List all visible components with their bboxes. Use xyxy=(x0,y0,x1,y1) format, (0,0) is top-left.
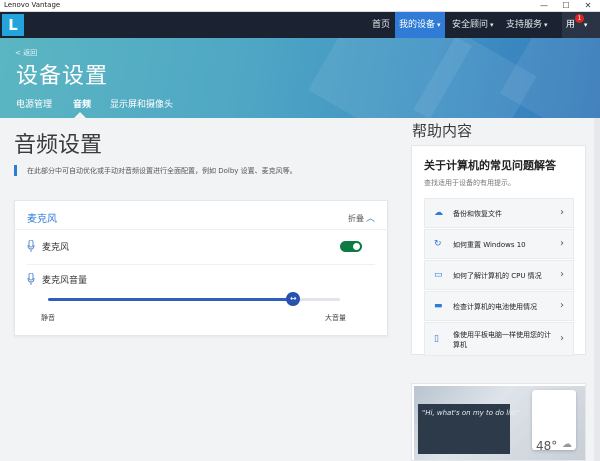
nav-home-label: 首页 xyxy=(372,20,391,30)
volume-slider-thumb[interactable]: ↔ xyxy=(286,292,301,306)
microphone-toggle[interactable] xyxy=(340,241,362,252)
description-accent-bar xyxy=(14,165,17,176)
nav-home[interactable]: 首页 xyxy=(368,12,394,38)
faq-item-label: 像使用平板电脑一样使用您的计算机 xyxy=(453,331,551,349)
faq-title: 关于计算机的常见问题解答 xyxy=(424,159,556,172)
back-link[interactable]: < 返回 xyxy=(15,48,37,58)
lenovo-logo[interactable]: L xyxy=(2,14,24,36)
chevron-down-icon: ▾ xyxy=(544,21,548,29)
help-title: 帮助内容 xyxy=(412,122,473,140)
tab-power[interactable]: 电源管理 xyxy=(16,97,52,110)
scrollbar[interactable] xyxy=(594,118,600,461)
faq-card: 关于计算机的常见问题解答 查找适用于设备的有用提示。 ☁ 备份和恢复文件 › ↻… xyxy=(411,145,586,356)
user-avatar: 用 xyxy=(566,20,576,30)
battery-icon: ▬ xyxy=(434,301,443,311)
faq-item-label: 备份和恢复文件 xyxy=(453,210,502,218)
collapse-button[interactable]: 折叠 ︿ xyxy=(348,211,375,224)
row-divider xyxy=(27,264,375,265)
close-button[interactable]: ✕ xyxy=(577,0,599,12)
section-title: 音频设置 xyxy=(14,133,103,158)
microphone-icon xyxy=(27,273,35,285)
faq-item-battery[interactable]: ▬ 检查计算机的电池使用情况 › xyxy=(424,291,574,321)
promo-temperature: 48° xyxy=(536,439,558,453)
promo-quote: "Hi, what's on my to do list" xyxy=(422,409,520,417)
chevron-down-icon: ▾ xyxy=(583,21,588,29)
top-nav: L 首页 我的设备 ▾ 安全顾问 ▾ 支持服务 ▾ 用 1 ▾ xyxy=(0,12,600,38)
card-title: 麦克风 xyxy=(27,214,57,225)
toggle-knob xyxy=(353,243,360,250)
microphone-icon xyxy=(27,240,35,252)
nav-security-label: 安全顾问 xyxy=(452,20,489,30)
faq-item-label: 如何了解计算机的 CPU 情况 xyxy=(453,272,542,280)
tab-display-camera[interactable]: 显示屏和摄像头 xyxy=(110,97,173,110)
chevron-up-icon: ︿ xyxy=(365,214,375,224)
tablet-icon: ▯ xyxy=(434,334,439,344)
volume-label: 麦克风音量 xyxy=(42,276,88,286)
chevron-right-icon: › xyxy=(560,207,564,218)
chevron-right-icon: › xyxy=(560,269,564,280)
user-menu[interactable]: 用 1 ▾ xyxy=(562,12,600,38)
promo-image-card[interactable]: "Hi, what's on my to do list" 48° ☁ xyxy=(411,383,586,461)
faq-subtitle: 查找适用于设备的有用提示。 xyxy=(424,179,515,187)
tab-audio[interactable]: 音频 xyxy=(73,97,91,110)
volume-max-label: 大音量 xyxy=(325,314,346,322)
chevron-right-icon: › xyxy=(560,333,564,344)
faq-item-backup[interactable]: ☁ 备份和恢复文件 › xyxy=(424,198,574,228)
window-title: Lenovo Vantage xyxy=(4,1,61,9)
cloud-icon: ☁ xyxy=(562,439,572,450)
minimize-button[interactable]: — xyxy=(533,0,555,12)
faq-item-cpu[interactable]: ▭ 如何了解计算机的 CPU 情况 › xyxy=(424,260,574,290)
microphone-card: 麦克风 折叠 ︿ 麦克风 麦克风音量 ↔ 静音 大音量 xyxy=(14,200,389,336)
volume-slider-fill xyxy=(48,298,294,301)
faq-item-label: 如何重置 Windows 10 xyxy=(453,241,526,249)
page-title: 设备设置 xyxy=(16,64,109,89)
nav-security[interactable]: 安全顾问 ▾ xyxy=(448,12,498,38)
maximize-button[interactable]: ☐ xyxy=(555,0,577,12)
notification-badge: 1 xyxy=(575,14,584,23)
section-description: 在此部分中可自动优化或手动对音频设置进行全面配置，例如 Dolby 设置、麦克风… xyxy=(27,167,297,175)
nav-support[interactable]: 支持服务 ▾ xyxy=(502,12,552,38)
refresh-icon: ↻ xyxy=(434,239,442,249)
faq-item-reset-windows[interactable]: ↻ 如何重置 Windows 10 › xyxy=(424,229,574,259)
volume-min-label: 静音 xyxy=(41,314,55,322)
chevron-down-icon: ▾ xyxy=(437,21,441,29)
active-tab-indicator xyxy=(74,112,86,118)
nav-support-label: 支持服务 xyxy=(506,20,543,30)
collapse-label: 折叠 xyxy=(347,214,364,223)
nav-my-device[interactable]: 我的设备 ▾ xyxy=(395,12,445,38)
card-divider xyxy=(15,229,389,230)
faq-item-tablet[interactable]: ▯ 像使用平板电脑一样使用您的计算机 › xyxy=(424,322,574,356)
laptop-icon: ▭ xyxy=(434,270,443,280)
chevron-right-icon: › xyxy=(560,300,564,311)
window-title-bar: Lenovo Vantage — ☐ ✕ xyxy=(0,0,600,12)
chevron-right-icon: › xyxy=(560,238,564,249)
microphone-label: 麦克风 xyxy=(42,243,70,253)
chevron-down-icon: ▾ xyxy=(490,21,494,29)
cloud-icon: ☁ xyxy=(434,208,443,218)
nav-my-device-label: 我的设备 xyxy=(399,20,436,30)
faq-item-label: 检查计算机的电池使用情况 xyxy=(453,303,537,311)
